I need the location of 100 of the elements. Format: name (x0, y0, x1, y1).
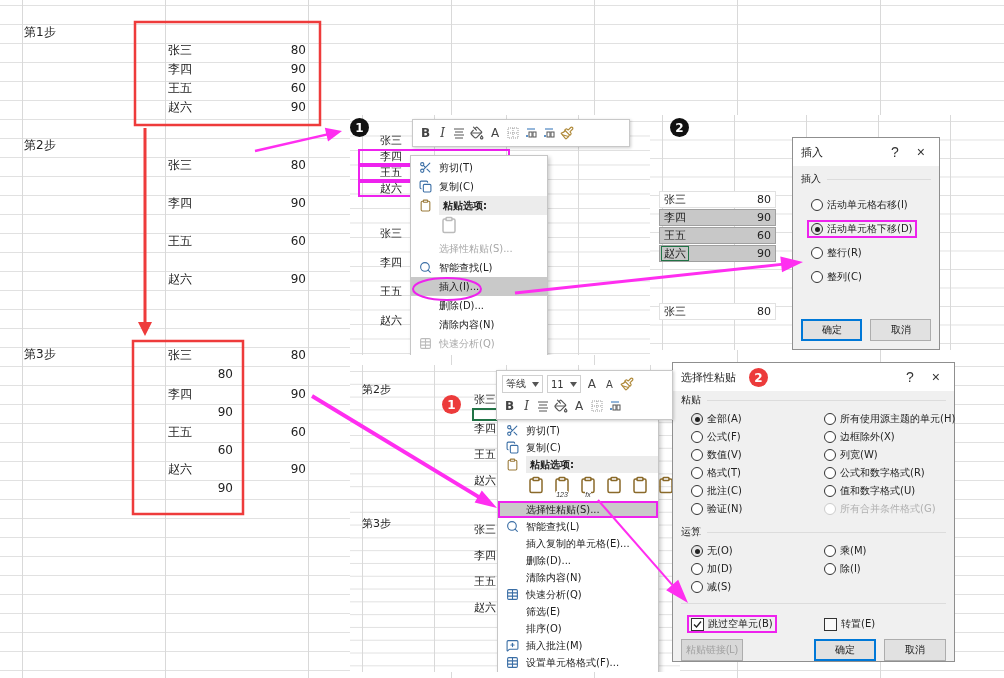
help-button[interactable]: ? (885, 144, 905, 160)
menu-item[interactable]: 排序(O) (498, 620, 658, 637)
score-cell-text: 90 (289, 100, 306, 115)
score-cell-text: 60 (289, 81, 306, 96)
menu-item[interactable]: 选择性粘贴(S)... (498, 501, 658, 518)
group-label: 插入 (801, 172, 821, 186)
name-cell: 王五 (474, 448, 496, 462)
radio-option[interactable]: 数值(V) (687, 446, 746, 464)
name-cell: 赵六 (380, 314, 402, 328)
radio-option[interactable]: 除(I) (820, 560, 865, 578)
menu-item[interactable]: 插入批注(M) (498, 637, 658, 654)
menu-item[interactable]: 删除(D)... (411, 296, 547, 315)
score-cell-text: 80 (216, 367, 233, 382)
font-color-button[interactable]: A (571, 397, 587, 415)
close-button[interactable]: × (925, 369, 946, 385)
step-label: 第3步 (24, 347, 56, 362)
radio-option[interactable]: 格式(T) (687, 464, 745, 482)
decimal-icon[interactable] (524, 126, 539, 140)
grow-font-button[interactable]: A (584, 375, 599, 393)
radio-option[interactable]: 公式和数字格式(R) (820, 464, 929, 482)
dialog-button[interactable]: 取消 (884, 639, 946, 661)
radio-option[interactable]: 边框除外(X) (820, 428, 899, 446)
name-cell: 赵六 (168, 100, 192, 115)
menu-item[interactable]: 智能查找(L) (498, 518, 658, 535)
score-cell-text: 80 (756, 193, 772, 206)
menu-item[interactable]: 剪切(T) (498, 422, 658, 439)
paint-bucket-icon[interactable] (553, 399, 568, 413)
dialog-title: 插入 (801, 144, 823, 160)
menu-item[interactable]: 插入复制的单元格(E)... (498, 535, 658, 552)
name-cell: 王五 (168, 234, 192, 249)
menu-item[interactable]: 智能查找(L) (411, 258, 547, 277)
radio-option[interactable]: 列宽(W) (820, 446, 882, 464)
checkbox-option[interactable]: 跳过空单元(B) (687, 615, 777, 633)
group-label: 运算 (681, 525, 701, 539)
radio-option[interactable]: 无(O) (687, 542, 737, 560)
caret-icon (569, 381, 577, 387)
radio-option[interactable]: 乘(M) (820, 542, 871, 560)
table-icon (505, 656, 519, 669)
radio-option[interactable]: 批注(C) (687, 482, 746, 500)
dialog-button[interactable]: 确定 (814, 639, 876, 661)
close-button[interactable]: × (910, 144, 931, 160)
menu-item[interactable]: 剪切(T) (411, 158, 547, 177)
menu-item[interactable]: 清除内容(N) (411, 315, 547, 334)
dropdown-field[interactable]: 等线 (502, 375, 543, 393)
radio-option[interactable]: 减(S) (687, 578, 736, 596)
score-cell-text: 90 (216, 405, 233, 420)
menu-item[interactable]: 设置单元格格式(F)... (498, 654, 658, 671)
search-icon (418, 261, 432, 274)
radio-option[interactable]: 公式(F) (687, 428, 745, 446)
copy-icon (505, 441, 519, 454)
name-cell: 张三 (168, 348, 192, 363)
name-cell: 王五 (168, 81, 192, 96)
name-cell: 李四 (474, 422, 496, 436)
paintbrush-icon[interactable] (560, 126, 575, 140)
bold-button[interactable]: B (418, 124, 434, 142)
radio-option[interactable]: 整列(C) (807, 268, 866, 286)
name-cell-text: 李四 (663, 211, 687, 224)
radio-option[interactable]: 全部(A) (687, 410, 746, 428)
radio-option[interactable]: 验证(N) (687, 500, 747, 518)
bold-button[interactable]: B (502, 397, 518, 415)
score-cell-text: 90 (756, 211, 772, 224)
radio-option[interactable]: 加(D) (687, 560, 737, 578)
menu-item[interactable]: 筛选(E) (498, 603, 658, 620)
name-cell: 张三 (380, 227, 402, 241)
menu-item[interactable]: 复制(C) (498, 439, 658, 456)
name-cell: 王五 (380, 285, 402, 299)
dialog-button[interactable]: 确定 (801, 319, 862, 341)
name-cell: 张三 (168, 158, 192, 173)
score-cell-text: 60 (289, 234, 306, 249)
score-cell-text: 90 (289, 387, 306, 402)
radio-option[interactable]: 活动单元格右移(I) (807, 196, 912, 214)
paint-bucket-icon[interactable] (469, 126, 484, 140)
menu-item[interactable]: 复制(C) (411, 177, 547, 196)
step-badge: 1 (350, 118, 369, 137)
dialog-button[interactable]: 取消 (870, 319, 931, 341)
name-cell: 李四 (474, 549, 496, 563)
dropdown-field[interactable]: 11 (547, 375, 581, 393)
paintbrush-icon[interactable] (619, 377, 634, 391)
menu-item[interactable]: 清除内容(N) (498, 569, 658, 586)
score-cell-text: 80 (289, 43, 306, 58)
menu-item[interactable]: 快速分析(Q) (498, 586, 658, 603)
name-cell: 赵六 (168, 272, 192, 287)
shrink-font-button[interactable]: A (602, 375, 616, 393)
decimal-icon[interactable] (608, 399, 623, 413)
name-cell-text: 张三 (663, 193, 687, 206)
menu-item[interactable]: 删除(D)... (498, 552, 658, 569)
radio-option[interactable]: 活动单元格下移(D) (807, 220, 917, 238)
font-color-button[interactable]: A (487, 124, 503, 142)
step-label: 第2步 (24, 138, 56, 153)
radio-option[interactable]: 所有使用源主题的单元(H) (820, 410, 960, 428)
name-cell: 李四 (168, 387, 192, 402)
radio-option[interactable]: 整行(R) (807, 244, 866, 262)
score-cell-text: 90 (289, 272, 306, 287)
italic-button[interactable]: I (437, 124, 448, 142)
decimal-icon[interactable] (542, 126, 557, 140)
radio-option[interactable]: 值和数字格式(U) (820, 482, 920, 500)
italic-button[interactable]: I (521, 397, 532, 415)
help-button[interactable]: ? (900, 369, 920, 385)
checkbox-option[interactable]: 转置(E) (820, 615, 880, 633)
score-cell-text: 90 (289, 196, 306, 211)
